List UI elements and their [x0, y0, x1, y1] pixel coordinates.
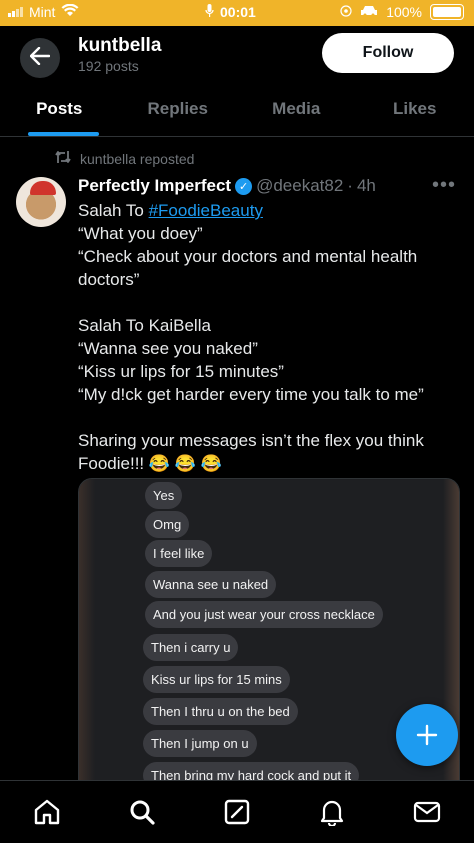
tab-posts[interactable]: Posts	[0, 84, 119, 136]
signal-icon	[8, 7, 23, 17]
post-body: Salah To #FoodieBeauty “What you doey” “…	[78, 199, 458, 475]
car-icon	[360, 4, 378, 20]
post-line: Salah To #FoodieBeauty	[78, 199, 458, 222]
profile-tabs: Posts Replies Media Likes	[0, 84, 474, 137]
compose-plus-icon	[416, 716, 438, 755]
chat-bubble: Then I thru u on the bed	[143, 698, 298, 725]
tab-media[interactable]: Media	[237, 84, 356, 136]
post-line-spacer	[78, 406, 458, 429]
microphone-icon	[205, 4, 214, 20]
chat-bubble: Then i carry u	[143, 634, 238, 661]
bottom-navigation	[0, 780, 474, 843]
post-line-spacer	[78, 291, 458, 314]
post-line-prefix: Salah To	[78, 201, 149, 220]
home-icon[interactable]	[27, 792, 67, 832]
tab-likes[interactable]: Likes	[356, 84, 474, 136]
repost-label[interactable]: kuntbella reposted	[80, 151, 194, 167]
grok-icon[interactable]	[217, 792, 257, 832]
follow-button[interactable]: Follow	[322, 33, 454, 73]
tab-replies[interactable]: Replies	[119, 84, 238, 136]
post-line: “What you doey”	[78, 222, 458, 245]
wifi-icon	[61, 4, 79, 20]
verified-icon: ✓	[235, 178, 252, 195]
repost-icon	[54, 150, 72, 167]
post-line: “My d!ck get harder every time you talk …	[78, 383, 458, 406]
post-line: “Check about your doctors and mental hea…	[78, 245, 458, 291]
chat-bubble: Yes	[145, 482, 182, 509]
avatar[interactable]	[16, 177, 66, 227]
clock-time: 00:01	[220, 4, 256, 20]
post-time[interactable]: 4h	[357, 176, 376, 196]
chat-bubble: Omg	[145, 511, 189, 538]
notifications-icon[interactable]	[312, 792, 352, 832]
author-handle[interactable]: @deekat82	[256, 176, 343, 196]
hashtag-link[interactable]: #FoodieBeauty	[149, 201, 263, 220]
profile-name: kuntbella	[78, 35, 161, 57]
battery-percent: 100%	[386, 4, 422, 20]
post-line: “Kiss ur lips for 15 minutes”	[78, 360, 458, 383]
chat-bubble: Kiss ur lips for 15 mins	[143, 666, 290, 693]
status-bar: Mint 00:01 100%	[0, 0, 474, 26]
chat-bubble: I feel like	[145, 540, 212, 567]
battery-icon	[430, 4, 464, 20]
post-line: Salah To KaiBella	[78, 314, 458, 337]
search-icon[interactable]	[122, 792, 162, 832]
carrier-label: Mint	[29, 4, 55, 20]
back-button[interactable]	[20, 38, 60, 78]
post-header: Perfectly Imperfect ✓ @deekat82 · 4h	[78, 176, 376, 196]
chat-bubble: Wanna see u naked	[145, 571, 276, 598]
messages-icon[interactable]	[407, 792, 447, 832]
separator: ·	[347, 176, 353, 196]
repost-indicator: kuntbella reposted	[54, 150, 194, 167]
chat-bubble: Then I jump on u	[143, 730, 257, 757]
post-count: 192 posts	[78, 58, 139, 74]
more-icon[interactable]: •••	[432, 174, 456, 197]
author-name[interactable]: Perfectly Imperfect	[78, 176, 231, 196]
chat-bubble: And you just wear your cross necklace	[145, 601, 383, 628]
location-icon	[340, 4, 352, 20]
post-line: Sharing your messages isn’t the flex you…	[78, 429, 458, 475]
compose-button[interactable]	[396, 704, 458, 766]
profile-header: kuntbella 192 posts Follow	[0, 26, 474, 84]
chat-bubble: Then bring my hard cock and put it	[143, 762, 359, 782]
back-arrow-icon	[30, 45, 50, 71]
post-line: “Wanna see you naked”	[78, 337, 458, 360]
